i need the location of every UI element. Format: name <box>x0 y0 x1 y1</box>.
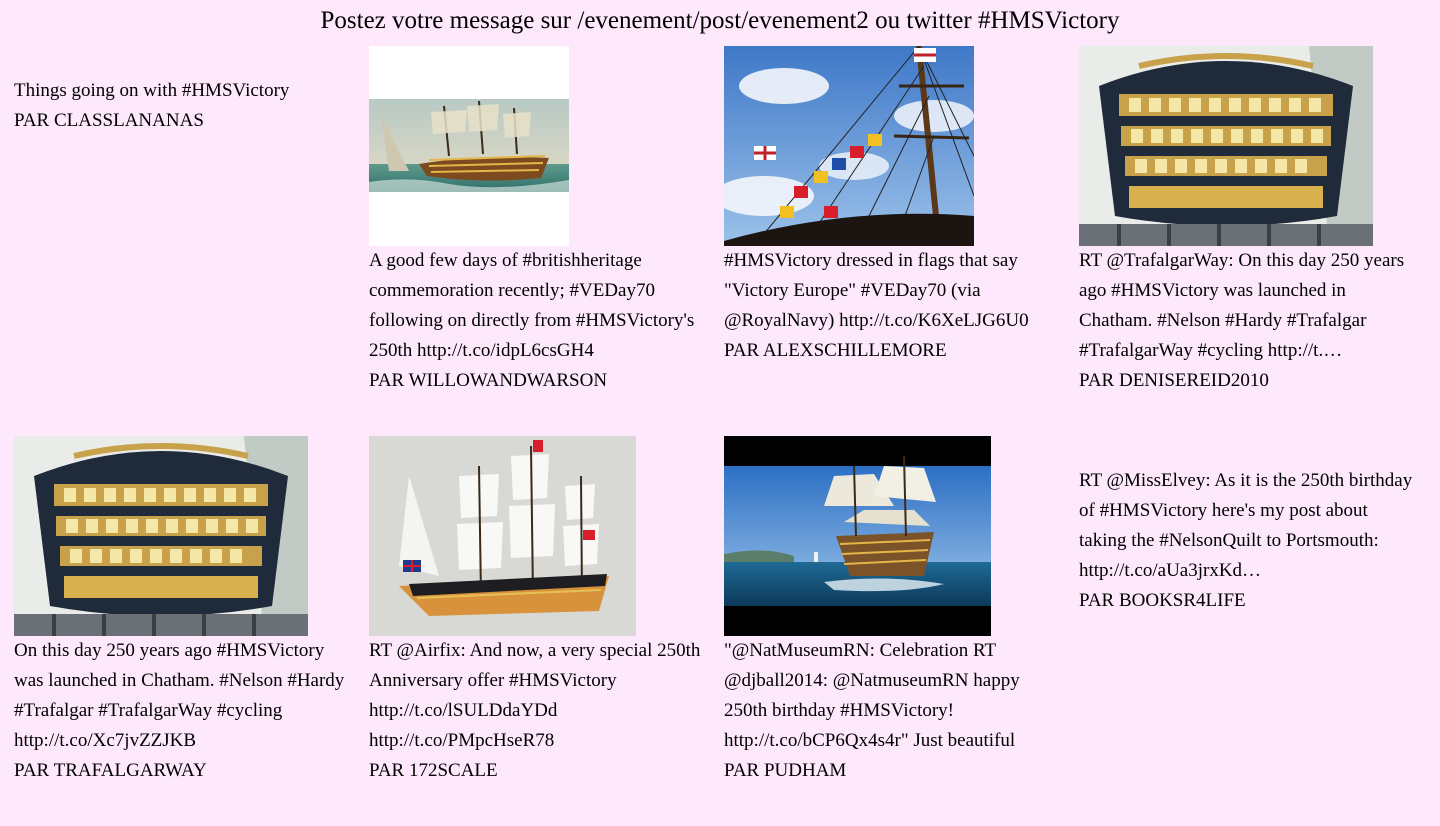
tweet-card: #HMSVictory dressed in flags that say "V… <box>724 46 1059 366</box>
tweet-author[interactable]: PAR WILLOWANDWARSON <box>369 366 699 396</box>
tweet-card: RT @MissElvey: As it is the 250th birthd… <box>1079 466 1419 616</box>
tweet-card: Things going on with #HMSVictory PAR CLA… <box>14 76 344 136</box>
tweet-image[interactable] <box>724 436 991 636</box>
tweet-card: RT @Airfix: And now, a very special 250t… <box>369 436 704 786</box>
tweet-text: Things going on with #HMSVictory <box>14 80 290 101</box>
ship-at-sea-image <box>724 455 991 606</box>
tweet-text: "@NatMuseumRN: Celebration RT @djball201… <box>724 640 1025 751</box>
tweet-text: On this day 250 years ago #HMSVictory wa… <box>14 640 350 751</box>
ship-flags-image <box>724 46 974 246</box>
tweet-text: #HMSVictory dressed in flags that say "V… <box>724 250 1029 331</box>
tweet-author[interactable]: PAR BOOKSR4LIFE <box>1079 586 1419 616</box>
tweet-author[interactable]: PAR PUDHAM <box>724 756 1059 786</box>
tweet-image[interactable] <box>369 436 636 636</box>
tweet-card: On this day 250 years ago #HMSVictory wa… <box>14 436 349 786</box>
tweet-author[interactable]: PAR 172SCALE <box>369 756 704 786</box>
tweet-card: "@NatMuseumRN: Celebration RT @djball201… <box>724 436 1059 786</box>
tweet-image[interactable] <box>369 46 569 246</box>
tweet-card: A good few days of #britishheritage comm… <box>369 46 699 396</box>
tweet-author[interactable]: PAR CLASSLANANAS <box>14 106 344 136</box>
model-ship-image <box>369 436 636 636</box>
ship-painting-image <box>369 99 569 192</box>
tweet-text: RT @TrafalgarWay: On this day 250 years … <box>1079 250 1409 361</box>
tweet-text: RT @MissElvey: As it is the 250th birthd… <box>1079 470 1417 581</box>
tweet-author[interactable]: PAR DENISEREID2010 <box>1079 366 1419 396</box>
ship-stern-image <box>1079 46 1373 246</box>
page-title: Postez votre message sur /evenement/post… <box>320 7 1120 34</box>
tweet-image[interactable] <box>1079 46 1373 246</box>
tweet-author[interactable]: PAR ALEXSCHILLEMORE <box>724 336 1059 366</box>
tweet-image[interactable] <box>724 46 974 246</box>
tweet-card: RT @TrafalgarWay: On this day 250 years … <box>1079 46 1419 396</box>
tweet-text: A good few days of #britishheritage comm… <box>369 250 699 361</box>
tweet-image[interactable] <box>14 436 308 636</box>
ship-stern-image <box>14 436 308 636</box>
tweet-text: RT @Airfix: And now, a very special 250t… <box>369 640 705 751</box>
tweet-author[interactable]: PAR TRAFALGARWAY <box>14 756 349 786</box>
